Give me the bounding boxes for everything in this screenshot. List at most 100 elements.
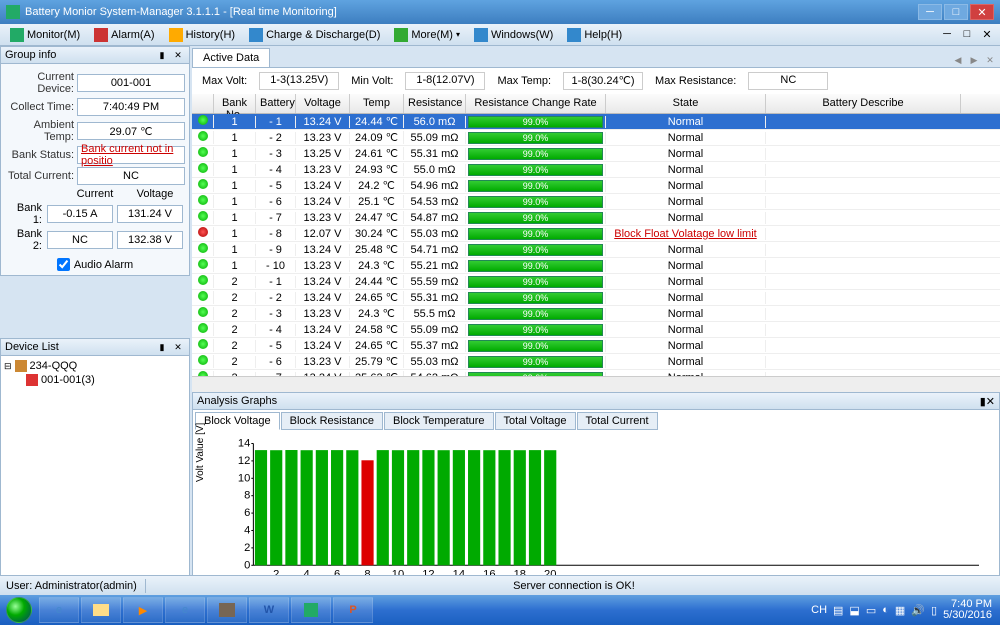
col-header[interactable]: Resistance Change Rate [466,94,606,113]
menu-alarma[interactable]: Alarm(A) [88,26,160,44]
taskbar-app1-icon[interactable] [207,597,247,623]
table-row[interactable]: 1- 213.23 V24.09 ℃55.09 mΩ99.0%Normal [192,130,1000,146]
analysis-tab[interactable]: Total Current [577,412,658,430]
prev-icon[interactable]: ◀ [951,53,965,67]
analysis-tab[interactable]: Block Temperature [384,412,494,430]
cell: 1 [214,228,256,240]
menu-monitorm[interactable]: Monitor(M) [4,26,86,44]
table-row[interactable]: 1- 713.23 V24.47 ℃54.87 mΩ99.0%Normal [192,210,1000,226]
table-row[interactable]: 1- 413.23 V24.93 ℃55.0 mΩ99.0%Normal [192,162,1000,178]
tray-volume-icon[interactable]: 🔊 [911,604,925,617]
close-panel-icon[interactable]: ✕ [986,396,995,408]
cell: 24.2 ℃ [350,179,404,192]
label-bank-status: Bank Status: [5,149,77,161]
cell: 24.65 ℃ [350,339,404,352]
col-header[interactable]: Resistance [404,94,466,113]
analysis-tab[interactable]: Total Voltage [495,412,576,430]
taskbar-ie-icon[interactable]: e [39,597,79,623]
table-row[interactable]: 2- 213.24 V24.65 ℃55.31 mΩ99.0%Normal [192,290,1000,306]
col-header[interactable]: Battery Describe [766,94,961,113]
tray-flag-icon[interactable]: ▭ [866,604,876,617]
tray-icon[interactable]: ▯ [931,604,937,617]
svg-text:6: 6 [244,507,250,519]
chart-area: Volt Value [V] 0246810121424681012141618… [193,430,999,594]
table-row[interactable]: 1- 913.24 V25.48 ℃54.71 mΩ99.0%Normal [192,242,1000,258]
audio-alarm-checkbox[interactable] [57,258,70,271]
col-header[interactable]: State [606,94,766,113]
cell: 55.09 mΩ [404,132,466,144]
tray-language[interactable]: CH [811,604,827,616]
taskbar-media-icon[interactable]: ▶ [123,597,163,623]
analysis-tab[interactable]: Block Resistance [281,412,383,430]
horizontal-scrollbar[interactable] [192,376,1000,392]
taskbar-ie2-icon[interactable]: e [165,597,205,623]
col-header[interactable]: Battery [256,94,296,113]
maximize-button[interactable]: □ [944,4,968,20]
cell: 25.48 ℃ [350,243,404,256]
col-header[interactable]: Bank No. [214,94,256,113]
tree-node-root[interactable]: ⊟234-QQQ [4,359,186,373]
value-bank-status: Bank current not in positio [77,146,185,164]
menu-helph[interactable]: Help(H) [561,26,628,44]
menu-historyh[interactable]: History(H) [163,26,242,44]
table-row[interactable]: 1- 1013.23 V24.3 ℃55.21 mΩ99.0%Normal [192,258,1000,274]
cell: 13.24 V [296,340,350,352]
pin-icon[interactable]: ▮ [155,48,169,62]
tray-icon[interactable]: ▤ [833,604,843,617]
table-row[interactable]: 2- 413.24 V24.58 ℃55.09 mΩ99.0%Normal [192,322,1000,338]
cell: 56.0 mΩ [404,116,466,128]
col-header[interactable]: Temp [350,94,404,113]
table-row[interactable]: 2- 513.24 V24.65 ℃55.37 mΩ99.0%Normal [192,338,1000,354]
taskbar-word-icon[interactable]: W [249,597,289,623]
table-row[interactable]: 2- 613.23 V25.79 ℃55.03 mΩ99.0%Normal [192,354,1000,370]
table-row[interactable]: 2- 113.24 V24.44 ℃55.59 mΩ99.0%Normal [192,274,1000,290]
start-button[interactable] [0,595,38,625]
label-current-device: Current Device: [5,71,77,95]
close-tab-icon[interactable]: ✕ [983,53,997,67]
table-row[interactable]: 1- 513.24 V24.2 ℃54.96 mΩ99.0%Normal [192,178,1000,194]
taskbar-battery-icon[interactable] [291,597,331,623]
next-icon[interactable]: ▶ [967,53,981,67]
tab-active-data[interactable]: Active Data [192,48,270,67]
system-tray[interactable]: CH ▤ ⬓ ▭ ◐ ▦ 🔊 ▯ 7:40 PM5/30/2016 [811,599,1000,621]
cell: 13.23 V [296,356,350,368]
col-header[interactable]: Voltage [296,94,350,113]
mdi-maximize[interactable]: □ [958,28,976,41]
close-button[interactable]: ✕ [970,4,994,20]
tray-icon[interactable]: ⬓ [849,604,859,617]
minimize-button[interactable]: ─ [918,4,942,20]
cell: - 2 [256,292,296,304]
tree-node-child[interactable]: 001-001(3) [4,373,186,387]
analysis-tab[interactable]: Block Voltage [195,412,280,430]
label-bank1: Bank 1: [5,202,45,226]
cell: 13.23 V [296,164,350,176]
table-body[interactable]: 1- 113.24 V24.44 ℃56.0 mΩ99.0%Normal1- 2… [192,114,1000,376]
cell: 13.23 V [296,212,350,224]
menu-windowsw[interactable]: Windows(W) [468,26,559,44]
pin-icon[interactable]: ▮ [155,340,169,354]
status-connection: Server connection is OK! [154,580,994,592]
col-header[interactable] [192,94,214,113]
taskbar-ppt-icon[interactable]: P [333,597,373,623]
table-row[interactable]: 1- 113.24 V24.44 ℃56.0 mΩ99.0%Normal [192,114,1000,130]
tray-icon[interactable]: ◐ [882,604,889,616]
table-row[interactable]: 1- 313.25 V24.61 ℃55.31 mΩ99.0%Normal [192,146,1000,162]
table-row[interactable]: 1- 613.24 V25.1 ℃54.53 mΩ99.0%Normal [192,194,1000,210]
cell: - 5 [256,340,296,352]
tray-network-icon[interactable]: ▦ [895,604,905,617]
menu-morem[interactable]: More(M)▾ [388,26,466,44]
mdi-minimize[interactable]: ─ [938,28,956,41]
status-ok-icon [198,339,208,349]
cell: 1 [214,244,256,256]
mdi-close[interactable]: ✕ [978,28,996,41]
table-row[interactable]: 1- 812.07 V30.24 ℃55.03 mΩ99.0%Block Flo… [192,226,1000,242]
close-panel-icon[interactable]: ✕ [171,340,185,354]
menu-chargedischarged[interactable]: Charge & Discharge(D) [243,26,386,44]
table-row[interactable]: 2- 313.23 V24.3 ℃55.5 mΩ99.0%Normal [192,306,1000,322]
svg-text:8: 8 [244,490,250,502]
device-icon [26,374,38,386]
menu-icon [249,28,263,42]
cell-state: Normal [606,324,766,336]
close-panel-icon[interactable]: ✕ [171,48,185,62]
taskbar-explorer-icon[interactable] [81,597,121,623]
